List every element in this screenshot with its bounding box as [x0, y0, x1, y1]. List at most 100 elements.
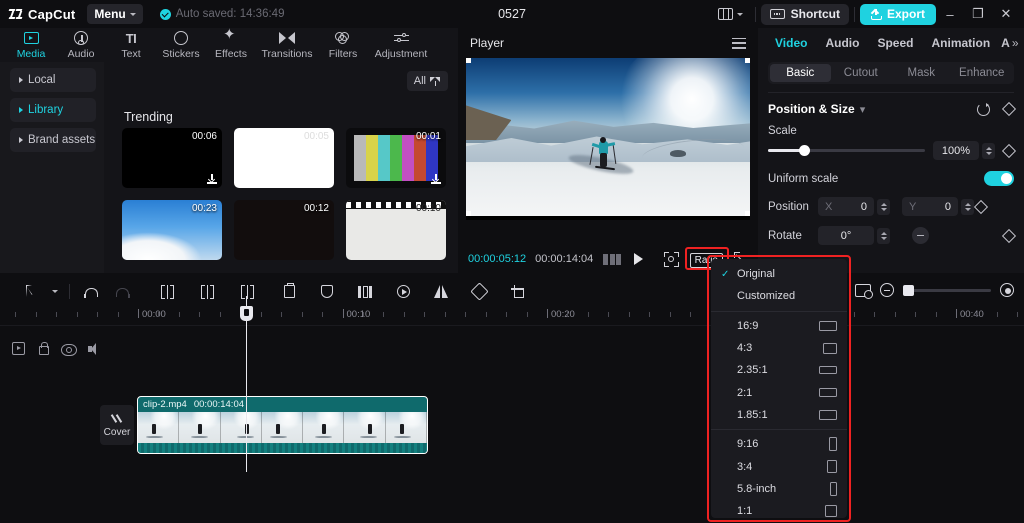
- play-button[interactable]: [634, 253, 644, 265]
- crop-button[interactable]: [501, 280, 533, 304]
- zoom-out-button[interactable]: [880, 283, 894, 297]
- trim-left-button[interactable]: [191, 280, 223, 304]
- uniform-scale-toggle[interactable]: [984, 171, 1014, 186]
- tab-speed[interactable]: Speed: [868, 36, 922, 50]
- mask-button[interactable]: [311, 280, 343, 304]
- speaker-icon[interactable]: [88, 342, 101, 355]
- keyframe-icon[interactable]: [1001, 101, 1017, 117]
- undo-button[interactable]: [75, 280, 107, 304]
- tab-adjust[interactable]: A: [999, 36, 1012, 50]
- select-tool-dropdown[interactable]: [46, 280, 64, 304]
- rotate-value[interactable]: 0°: [818, 226, 874, 245]
- delete-button[interactable]: [273, 280, 305, 304]
- eye-icon[interactable]: [61, 343, 77, 356]
- layout-button[interactable]: [711, 3, 750, 25]
- snap-toggle-icon[interactable]: [855, 283, 873, 299]
- freeze-button[interactable]: [349, 280, 381, 304]
- download-icon[interactable]: [207, 174, 217, 184]
- rotate-stepper[interactable]: [877, 227, 890, 244]
- media-item[interactable]: 00:05: [234, 128, 334, 188]
- ratio-menu-item[interactable]: 5.8-inch: [711, 478, 847, 500]
- tab-audio[interactable]: Audio: [816, 36, 868, 50]
- trim-right-button[interactable]: [231, 280, 263, 304]
- media-item[interactable]: 00:12: [234, 200, 334, 260]
- download-icon[interactable]: [431, 174, 441, 184]
- position-x-stepper[interactable]: [877, 198, 890, 215]
- close-button[interactable]: ✕: [992, 0, 1020, 28]
- position-y-stepper[interactable]: [961, 198, 974, 215]
- timeline-ruler[interactable]: 00:0000:1000:2000:3000:40: [0, 306, 1024, 326]
- media-item[interactable]: 00:06: [122, 128, 222, 188]
- sidebar-item-local[interactable]: Local: [10, 68, 96, 92]
- ratio-menu-item[interactable]: 1:1: [711, 500, 847, 522]
- video-icon[interactable]: [12, 342, 25, 355]
- more-tabs-icon[interactable]: »: [1012, 36, 1019, 50]
- ratio-menu-item[interactable]: ✓ Original: [711, 263, 847, 285]
- ratio-menu-item[interactable]: 2:1: [711, 381, 847, 403]
- zoom-slider[interactable]: [903, 284, 991, 296]
- scale-value[interactable]: 100%: [933, 141, 979, 160]
- reset-icon[interactable]: [977, 102, 990, 116]
- mirror-button[interactable]: [425, 280, 457, 304]
- tab-video[interactable]: Video: [766, 36, 816, 50]
- player-menu-icon[interactable]: [732, 37, 746, 49]
- menu-button[interactable]: Menu: [87, 4, 143, 24]
- scale-slider-knob[interactable]: [799, 145, 811, 156]
- ratio-menu-item[interactable]: 1.85:1: [711, 404, 847, 426]
- split-button[interactable]: [151, 280, 183, 304]
- ratio-menu-item[interactable]: 9:16: [711, 433, 847, 455]
- minimize-button[interactable]: –: [936, 0, 964, 28]
- crop-handle-tr[interactable]: [745, 58, 750, 63]
- media-item[interactable]: 00:10: [346, 200, 446, 260]
- rotate-button[interactable]: [463, 280, 495, 304]
- ratio-menu-item[interactable]: 2.35:1: [711, 359, 847, 381]
- position-keyframe-icon[interactable]: [973, 199, 989, 214]
- export-button[interactable]: Export: [859, 3, 936, 25]
- tab-text[interactable]: TI Text: [106, 28, 156, 61]
- subtab-enhance[interactable]: Enhance: [952, 64, 1013, 82]
- cover-button[interactable]: Cover: [100, 405, 134, 445]
- zoom-preview-icon[interactable]: [663, 251, 679, 267]
- maximize-button[interactable]: ❐: [964, 0, 992, 28]
- tab-media[interactable]: Media: [6, 28, 56, 60]
- sidebar-item-library[interactable]: Library: [10, 98, 96, 122]
- tab-animation[interactable]: Animation: [922, 36, 999, 50]
- tab-stickers[interactable]: Stickers: [156, 28, 206, 60]
- scale-stepper[interactable]: [982, 142, 995, 159]
- playhead-handle[interactable]: [240, 306, 253, 321]
- zoom-slider-knob[interactable]: [903, 284, 914, 296]
- crop-handle-br[interactable]: [745, 211, 750, 216]
- tab-transitions[interactable]: Transitions: [256, 28, 318, 60]
- timeline-clip[interactable]: clip-2.mp4 00:00:14:04: [137, 396, 428, 454]
- scale-slider[interactable]: [768, 145, 925, 156]
- position-y-field[interactable]: Y 0: [902, 197, 958, 216]
- tab-filters[interactable]: Filters: [318, 28, 368, 60]
- sidebar-item-brand-assets[interactable]: Brand assets: [10, 128, 96, 152]
- zoom-in-button[interactable]: [1000, 283, 1014, 297]
- filter-all-button[interactable]: All: [406, 71, 448, 91]
- tab-adjustment[interactable]: Adjustment: [368, 28, 434, 60]
- collapse-icon[interactable]: ▾: [860, 103, 866, 116]
- tab-audio[interactable]: Audio: [56, 28, 106, 60]
- ratio-menu-item[interactable]: 16:9: [711, 315, 847, 337]
- video-preview[interactable]: [466, 58, 750, 216]
- media-item[interactable]: 00:23: [122, 200, 222, 260]
- subtab-basic[interactable]: Basic: [770, 64, 831, 82]
- ratio-menu-item[interactable]: 3:4: [711, 455, 847, 477]
- speed-button[interactable]: [387, 280, 419, 304]
- subtab-cutout[interactable]: Cutout: [831, 64, 892, 82]
- crop-handle-bl[interactable]: [466, 211, 471, 216]
- tab-effects[interactable]: Effects: [206, 27, 256, 60]
- ratio-menu-item[interactable]: 4:3: [711, 337, 847, 359]
- select-tool-button[interactable]: [14, 280, 46, 304]
- position-x-field[interactable]: X 0: [818, 197, 874, 216]
- shortcut-button[interactable]: Shortcut: [760, 3, 849, 25]
- scale-keyframe-icon[interactable]: [1001, 143, 1017, 158]
- rotate-decrease-button[interactable]: [912, 227, 929, 244]
- playhead[interactable]: [240, 296, 253, 472]
- frame-view-icon[interactable]: [603, 253, 622, 265]
- rotate-keyframe-icon[interactable]: [1001, 228, 1017, 243]
- redo-button[interactable]: [107, 280, 139, 304]
- ratio-menu-item[interactable]: Customized: [711, 285, 847, 307]
- media-item[interactable]: 00:01: [346, 128, 446, 188]
